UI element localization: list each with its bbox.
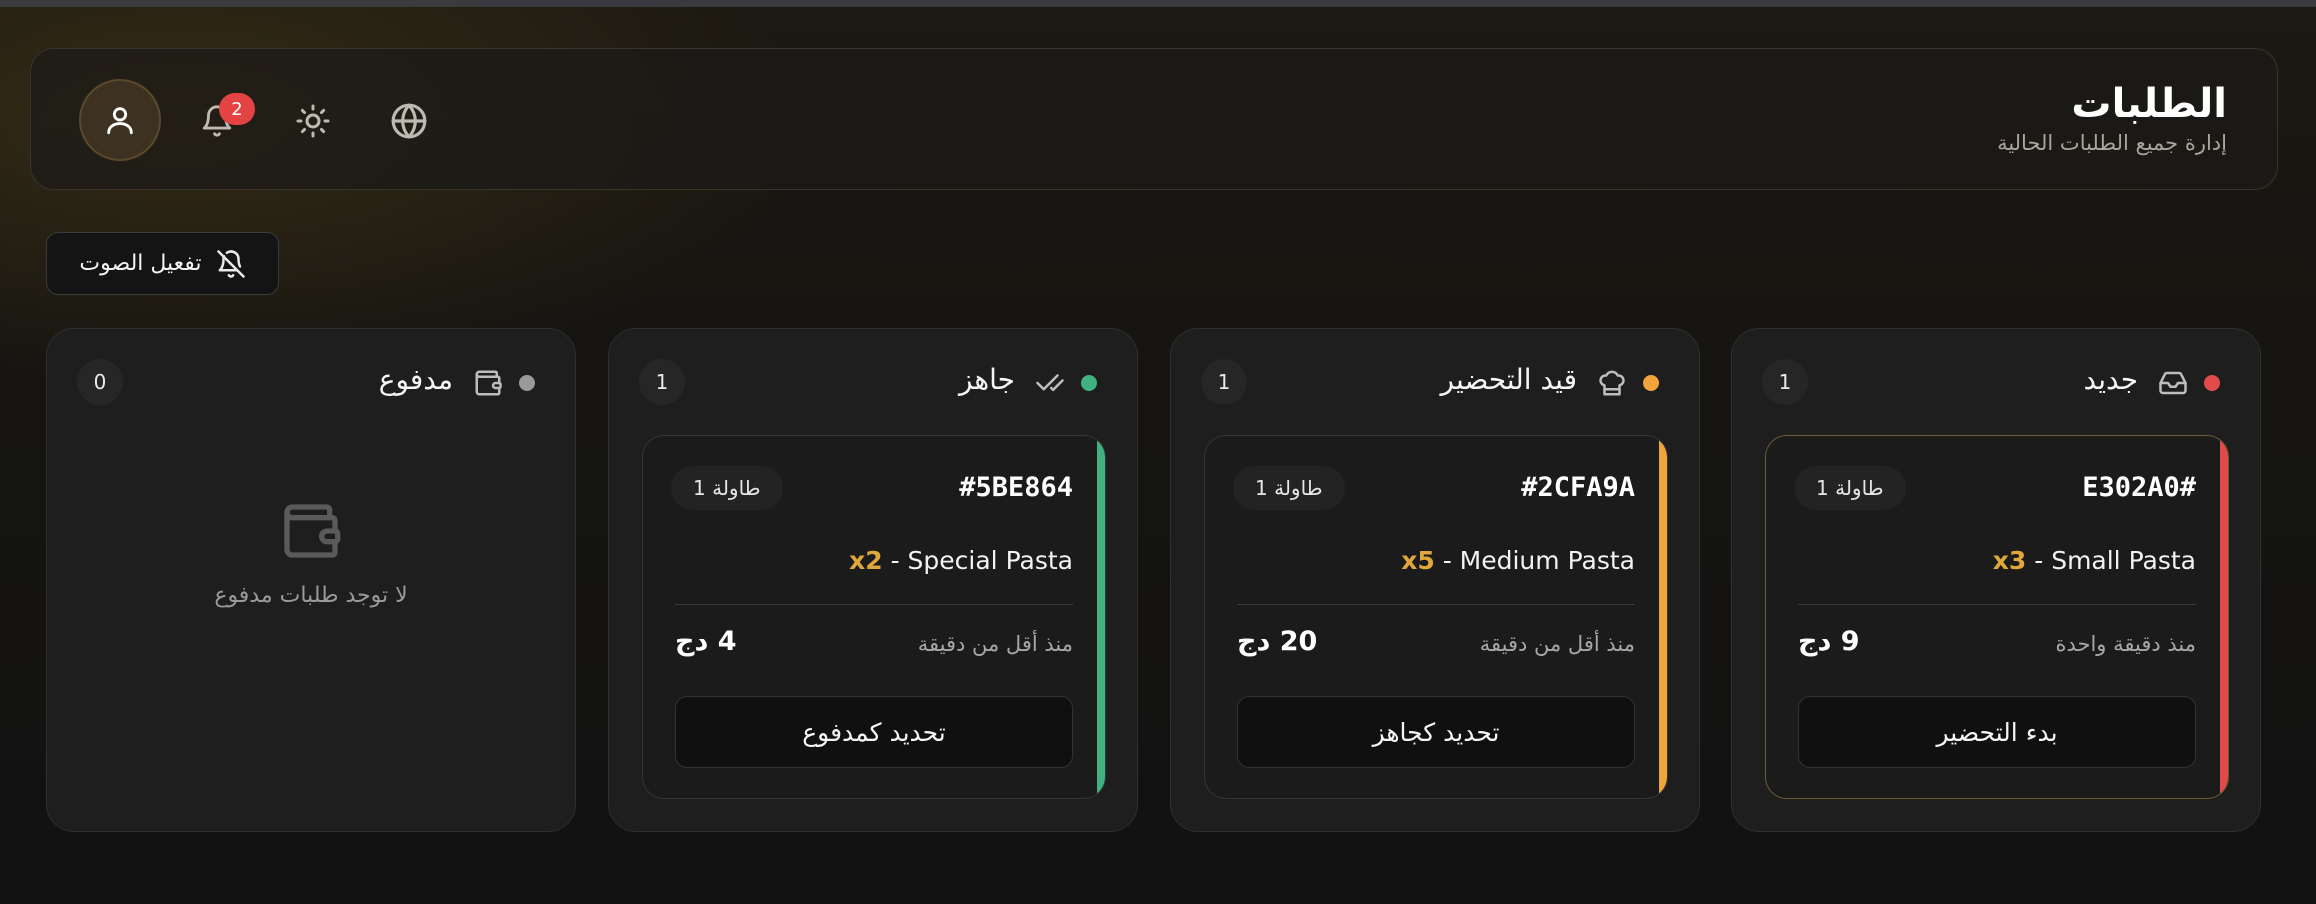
column-title: مدفوع — [378, 363, 453, 396]
card-divider — [1798, 604, 2196, 605]
sun-icon — [296, 104, 330, 138]
order-item: x3 - Small Pasta — [1993, 546, 2196, 575]
status-dot-paid — [519, 375, 535, 391]
column-ready: جاهز 1 #5BE864 طاولة 1 x2 - Special Past… — [608, 328, 1138, 832]
status-accent-bar — [1097, 436, 1105, 798]
card-divider — [675, 604, 1073, 605]
column-count: 1 — [1201, 359, 1247, 405]
column-header: مدفوع 0 — [77, 359, 545, 405]
item-name: - Medium Pasta — [1434, 546, 1635, 575]
order-price: 20 دج — [1237, 626, 1318, 657]
column-new: جديد 1 E302A0# طاولة 1 x3 - Small Pasta … — [1731, 328, 2261, 832]
enable-sound-button[interactable]: تفعيل الصوت — [46, 232, 279, 295]
bell-off-icon — [216, 249, 245, 278]
title-block: الطلبات إدارة جميع الطلبات الحالية — [1997, 79, 2227, 155]
table-badge: طاولة 1 — [671, 466, 783, 510]
start-preparing-button[interactable]: بدء التحضير — [1798, 696, 2196, 768]
column-count: 1 — [639, 359, 685, 405]
wallet-icon — [473, 368, 503, 402]
column-header: قيد التحضير 1 — [1201, 359, 1669, 405]
page-title: الطلبات — [2071, 81, 2227, 127]
order-elapsed-time: منذ دقيقة واحدة — [2055, 632, 2196, 656]
check-check-icon — [1035, 368, 1065, 402]
order-card[interactable]: #2CFA9A طاولة 1 x5 - Medium Pasta منذ أق… — [1204, 435, 1668, 799]
column-header: جاهز 1 — [639, 359, 1107, 405]
mark-paid-button[interactable]: تحديد كمدفوع — [675, 696, 1073, 768]
item-name: - Small Pasta — [2026, 546, 2196, 575]
order-price: 4 دج — [675, 626, 737, 657]
status-dot-new — [2204, 375, 2220, 391]
notification-count-badge: 2 — [219, 93, 255, 125]
inbox-icon — [2158, 368, 2188, 402]
theme-toggle-button[interactable] — [273, 81, 353, 161]
column-count: 1 — [1762, 359, 1808, 405]
status-dot-ready — [1081, 375, 1097, 391]
empty-state-text: لا توجد طلبات مدفوع — [214, 583, 408, 608]
order-item: x2 - Special Pasta — [849, 546, 1073, 575]
globe-icon — [391, 103, 427, 139]
column-title: جديد — [2083, 363, 2139, 396]
empty-state: لا توجد طلبات مدفوع — [47, 499, 575, 608]
item-quantity: x2 — [849, 546, 883, 575]
column-paid: مدفوع 0 لا توجد طلبات مدفوع — [46, 328, 576, 832]
table-badge: طاولة 1 — [1233, 466, 1345, 510]
wallet-icon — [284, 504, 341, 558]
notifications-button[interactable]: 2 — [177, 81, 257, 161]
status-accent-bar — [1659, 436, 1667, 798]
column-count: 0 — [77, 359, 123, 405]
page-header: الطلبات إدارة جميع الطلبات الحالية 2 — [30, 48, 2278, 190]
card-divider — [1237, 604, 1635, 605]
order-elapsed-time: منذ أقل من دقيقة — [917, 632, 1073, 656]
column-header: جديد 1 — [1762, 359, 2230, 405]
user-icon — [107, 107, 133, 135]
page-subtitle: إدارة جميع الطلبات الحالية — [1997, 131, 2227, 155]
order-id: #2CFA9A — [1521, 472, 1635, 503]
item-quantity: x5 — [1401, 546, 1435, 575]
order-card[interactable]: E302A0# طاولة 1 x3 - Small Pasta منذ دقي… — [1765, 435, 2229, 799]
enable-sound-label: تفعيل الصوت — [79, 251, 202, 276]
order-id: E302A0# — [2082, 472, 2196, 503]
language-button[interactable] — [369, 81, 449, 161]
table-badge: طاولة 1 — [1794, 466, 1906, 510]
column-title: قيد التحضير — [1440, 363, 1577, 396]
mark-ready-button[interactable]: تحديد كجاهز — [1237, 696, 1635, 768]
item-quantity: x3 — [1992, 546, 2027, 575]
order-elapsed-time: منذ أقل من دقيقة — [1479, 632, 1635, 656]
order-price: 9 دج — [1798, 626, 1860, 657]
order-id: #5BE864 — [959, 472, 1073, 503]
window-top-strip — [0, 0, 2316, 7]
user-menu-button[interactable] — [79, 79, 161, 161]
column-title: جاهز — [958, 363, 1015, 396]
column-preparing: قيد التحضير 1 #2CFA9A طاولة 1 x5 - Mediu… — [1170, 328, 1700, 832]
status-dot-preparing — [1643, 375, 1659, 391]
status-accent-bar — [2220, 436, 2228, 798]
chef-hat-icon — [1597, 368, 1627, 402]
order-card[interactable]: #5BE864 طاولة 1 x2 - Special Pasta منذ أ… — [642, 435, 1106, 799]
item-name: - Special Pasta — [882, 546, 1073, 575]
order-item: x5 - Medium Pasta — [1401, 546, 1635, 575]
